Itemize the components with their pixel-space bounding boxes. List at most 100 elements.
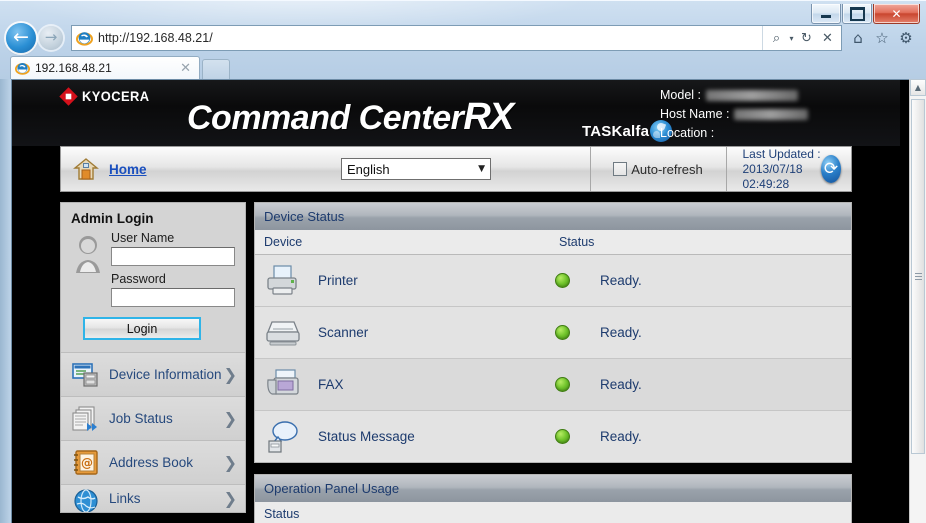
address-bar-tools: ⌕ ▾ ↻ ✕ [762,26,841,50]
sidebar-item-links[interactable]: Links ❯ [61,484,245,512]
home-icon[interactable]: ⌂ [846,26,870,50]
sidebar: Admin Login User Name Password Login Dev… [60,202,246,513]
back-arrow-icon: ← [13,25,29,48]
password-input[interactable] [111,288,235,307]
kyocera-logo: KYOCERA [59,86,153,106]
model-value-redacted [706,90,798,101]
page-viewport: KYOCERA Command CenterRX TASKalfa Model … [11,79,915,523]
operation-panel-usage-panel: Operation Panel Usage Status [254,474,852,523]
column-header-device: Device [264,235,303,249]
hostname-label: Host Name : [660,107,730,121]
table-row[interactable]: Scanner Ready. [255,307,851,359]
device-name: FAX [318,377,344,392]
model-label: Model : [660,88,701,102]
meta-row-location: Location : [660,124,808,143]
back-button[interactable]: ← [6,23,36,53]
last-updated-value: 2013/07/18 02:49:28 [742,161,803,191]
device-name: Printer [318,273,358,288]
device-status-text: Ready. [600,429,642,444]
chevron-right-icon: ❯ [223,409,237,428]
device-name: Status Message [318,429,415,444]
status-led-icon [555,429,570,444]
command-center-page: KYOCERA Command CenterRX TASKalfa Model … [12,80,900,523]
sidebar-item-device-information[interactable]: Device Information ❯ [61,352,245,396]
refresh-icon[interactable]: ↻ [796,27,817,49]
username-input[interactable] [111,247,235,266]
device-status-section-title: Device Status [255,203,851,230]
device-status-text: Ready. [600,273,642,288]
device-status-panel: Device Status Device Status Printer Read… [254,202,852,463]
site-toolbar: Home English ▼ Auto-refresh Last Updated… [60,146,852,192]
admin-login-title: Admin Login [71,211,154,226]
hostname-value-redacted [734,109,809,120]
nav-arrows: ← → [6,23,63,53]
address-text: http://192.168.48.21/ [98,31,213,45]
minimize-button[interactable] [811,4,841,24]
admin-login-panel: Admin Login User Name Password Login [61,203,245,352]
sidebar-item-label: Links [109,491,141,506]
taskalfa-logo: TASKalfa [582,120,673,142]
auto-refresh-label: Auto-refresh [631,161,703,177]
close-button[interactable]: ✕ [873,4,920,24]
browser-tab-bar: 192.168.48.21 ✕ [0,54,926,79]
status-led-icon [555,273,570,288]
address-bar[interactable]: http://192.168.48.21/ ⌕ ▾ ↻ ✕ [71,25,842,51]
scrollbar-track[interactable] [910,96,926,523]
auto-refresh-checkbox[interactable] [613,162,628,176]
status-led-icon [555,325,570,340]
kyocera-wordmark: KYOCERA [81,88,150,104]
auto-refresh-toggle[interactable]: Auto-refresh [591,162,726,177]
tab-close-icon[interactable]: ✕ [176,61,195,76]
language-select[interactable]: English ▼ [341,158,491,180]
table-row[interactable]: FAX Ready. [255,359,851,411]
scanner-icon [264,316,302,350]
panel-gap [254,463,852,474]
forward-arrow-icon: → [44,27,58,46]
table-row[interactable]: Status Message Ready. [255,411,851,462]
site-header: KYOCERA Command CenterRX TASKalfa Model … [12,80,900,146]
operation-panel-status-column: Status [255,502,851,523]
search-icon[interactable]: ⌕ [766,27,787,49]
sidebar-item-job-status[interactable]: Job Status ❯ [61,396,245,440]
scrollbar-grip-icon [914,271,922,282]
maximize-button[interactable] [842,4,872,24]
status-led-icon [555,377,570,392]
window-controls: ✕ [810,4,920,24]
gear-icon[interactable]: ⚙ [894,26,918,50]
device-status-text: Ready. [600,325,642,340]
taskalfa-wordmark: TASKalfa [582,122,650,140]
address-book-icon: @ [71,449,101,477]
scroll-up-button[interactable]: ▲ [910,79,926,96]
chevron-right-icon: ❯ [223,453,237,472]
browser-window: ✕ ← → http://192.168.48.21/ ⌕ ▾ ↻ ✕ ⌂ ☆ … [0,0,926,523]
favorites-star-icon[interactable]: ☆ [870,26,894,50]
page-scrollbar[interactable]: ▲ [909,79,926,523]
svg-text:@: @ [81,456,93,470]
user-avatar-icon [71,233,105,277]
device-status-column-headers: Device Status [255,230,851,255]
tab-favicon-icon [15,61,30,76]
sidebar-item-address-book[interactable]: @ Address Book ❯ [61,440,245,484]
login-button[interactable]: Login [83,317,201,340]
sidebar-item-label: Job Status [109,411,173,426]
device-name: Scanner [318,325,369,340]
last-updated-label: Last Updated : [742,146,821,161]
scrollbar-thumb[interactable] [911,99,925,454]
browser-tab[interactable]: 192.168.48.21 ✕ [10,56,200,79]
home-nav[interactable]: Home [61,157,341,181]
internet-explorer-icon [76,30,93,47]
tab-title: 192.168.48.21 [35,61,112,75]
table-row[interactable]: Printer Ready. [255,255,851,307]
device-information-icon [71,361,101,389]
chevron-right-icon: ❯ [223,489,237,508]
printer-icon [264,264,302,298]
refresh-button-icon[interactable]: ⟳ [821,155,841,183]
page-body: Admin Login User Name Password Login Dev… [60,202,852,523]
kyocera-diamond-icon [59,86,78,106]
forward-button[interactable]: → [39,26,63,50]
chevron-down-icon[interactable]: ▾ [787,27,796,49]
sidebar-item-label: Address Book [109,455,194,470]
new-tab-button[interactable] [202,59,230,79]
stop-icon[interactable]: ✕ [817,27,838,49]
device-meta: Model : Host Name : Location : [660,86,809,143]
